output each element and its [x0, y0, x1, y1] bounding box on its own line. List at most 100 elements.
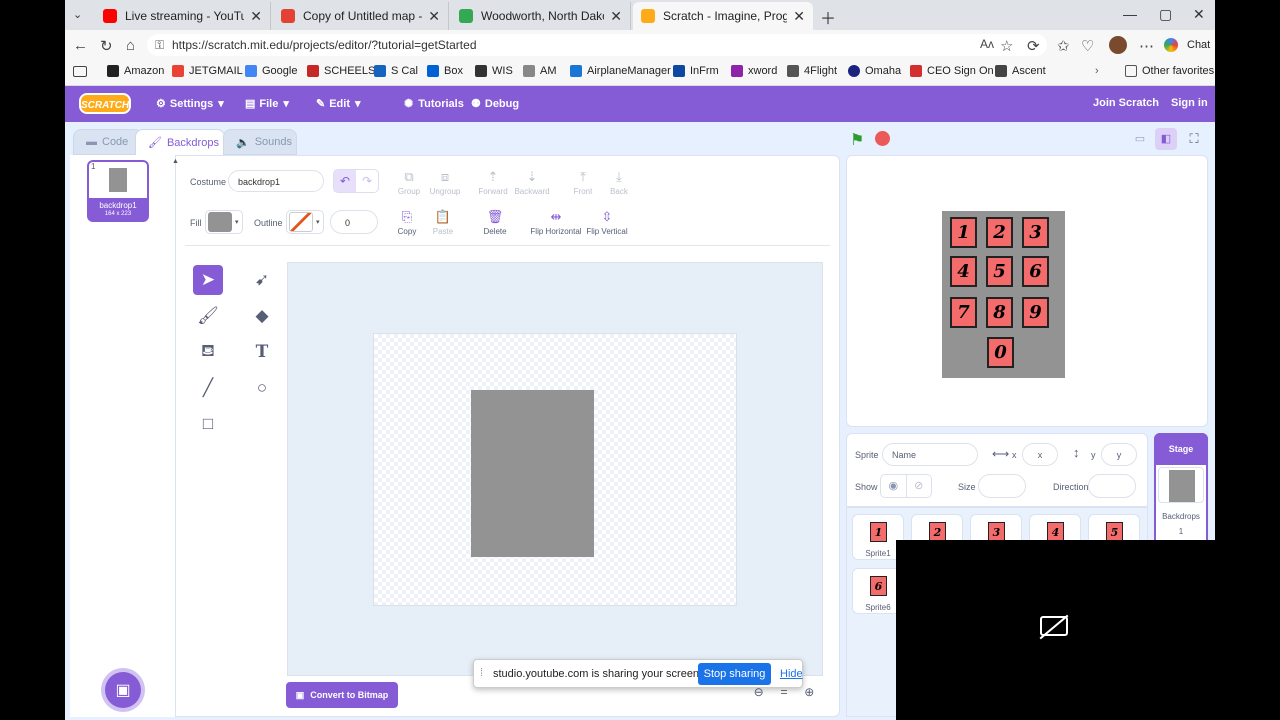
zoom-out-icon[interactable]: ⊖: [748, 685, 769, 705]
copilot-icon[interactable]: [1164, 38, 1178, 52]
delete-button[interactable]: 🗑 Delete: [481, 209, 509, 236]
stage-key-4[interactable]: 4: [950, 256, 977, 287]
stage-key-0[interactable]: 0: [987, 337, 1014, 368]
chat-button[interactable]: Chat: [1187, 39, 1210, 51]
close-window-button[interactable]: ✕: [1193, 6, 1205, 23]
collections-icon[interactable]: ♡: [1081, 37, 1094, 55]
close-tab-icon[interactable]: ✕: [250, 8, 262, 25]
read-aloud-icon[interactable]: Aʌ: [980, 37, 994, 51]
fill-tool[interactable]: ⛾: [193, 337, 223, 367]
fullscreen-icon[interactable]: ⛶: [1183, 128, 1205, 150]
home-icon[interactable]: ⌂: [126, 37, 135, 54]
bookmark-infrm[interactable]: InFrm: [673, 65, 719, 77]
redo-icon[interactable]: ↷: [356, 170, 378, 192]
bookmark-ceo[interactable]: CEO Sign On: [910, 65, 994, 77]
convert-to-bitmap-button[interactable]: ▣ Convert to Bitmap: [286, 682, 398, 708]
bookmark-box[interactable]: Box: [427, 65, 463, 77]
favorite-star-icon[interactable]: ☆: [1000, 37, 1013, 55]
eye-hidden-icon[interactable]: ⊘: [905, 475, 932, 497]
more-menu-icon[interactable]: ⋯: [1139, 37, 1154, 55]
brush-tool[interactable]: 🖌: [193, 301, 223, 331]
extensions-icon[interactable]: ⟳: [1027, 37, 1040, 55]
zoom-reset-icon[interactable]: =: [773, 685, 794, 705]
bookmark-wis[interactable]: WIS: [475, 65, 513, 77]
tab-code[interactable]: ▬ Code: [73, 129, 143, 155]
stage-key-1[interactable]: 1: [950, 217, 977, 248]
chevron-right-icon[interactable]: ›: [1095, 65, 1099, 77]
group-button[interactable]: ⧉ Group: [395, 169, 423, 196]
rectangle-tool[interactable]: □: [193, 409, 223, 439]
scratch-logo[interactable]: SCRATCH: [79, 93, 131, 114]
flip-horizontal-button[interactable]: ⇹ Flip Horizontal: [530, 209, 582, 236]
url-bar[interactable]: ⚿ https://scratch.mit.edu/projects/edito…: [147, 34, 1047, 56]
drag-handle-icon[interactable]: ⁞: [480, 667, 483, 679]
tab-actions-icon[interactable]: [73, 66, 87, 77]
outline-color-picker[interactable]: ▾: [286, 210, 324, 234]
bookmark-airplanemanager[interactable]: AirplaneManager: [570, 65, 671, 77]
back-button[interactable]: ⤓ Back: [607, 169, 631, 196]
select-tool[interactable]: ➤: [193, 265, 223, 295]
edit-menu[interactable]: ✎ Edit ▾: [316, 97, 361, 111]
join-scratch-link[interactable]: Join Scratch: [1093, 97, 1159, 109]
normal-stage-icon[interactable]: ◧: [1155, 128, 1177, 150]
y-input[interactable]: y: [1101, 443, 1137, 466]
stage-key-7[interactable]: 7: [950, 297, 977, 328]
choose-backdrop-button[interactable]: ▣: [105, 672, 141, 708]
close-tab-icon[interactable]: ✕: [610, 8, 622, 25]
backdrop-rectangle-shape[interactable]: [471, 390, 594, 557]
line-tool[interactable]: ╱: [193, 373, 223, 403]
refresh-icon[interactable]: ↻: [100, 37, 113, 55]
bookmark-scal[interactable]: S Cal: [374, 65, 418, 77]
backward-button[interactable]: ⇣ Backward: [513, 169, 551, 196]
reshape-tool[interactable]: ➹: [247, 265, 277, 295]
minimize-button[interactable]: —: [1123, 6, 1137, 22]
profile-avatar[interactable]: [1109, 36, 1127, 54]
back-icon[interactable]: ←: [73, 37, 88, 54]
bookmark-amazon[interactable]: Amazon: [107, 65, 164, 77]
circle-tool[interactable]: ○: [247, 373, 277, 403]
eraser-tool[interactable]: ◆: [247, 301, 277, 331]
tab-list-chevron-icon[interactable]: ⌄: [73, 8, 82, 21]
x-input[interactable]: x: [1022, 443, 1058, 466]
size-input[interactable]: [978, 474, 1026, 498]
stage-key-8[interactable]: 8: [986, 297, 1013, 328]
stop-sharing-button[interactable]: Stop sharing: [698, 663, 771, 685]
hide-link[interactable]: Hide: [780, 668, 803, 680]
paste-button[interactable]: 📋 Paste: [429, 209, 457, 236]
stop-icon[interactable]: [875, 131, 890, 146]
bookmark-xword[interactable]: xword: [731, 65, 777, 77]
bookmark-scheels[interactable]: SCHEELS: [307, 65, 375, 77]
tab-backdrops[interactable]: 🖌 Backdrops: [135, 129, 225, 155]
tab-sounds[interactable]: 🔈 Sounds: [223, 129, 297, 155]
eye-icon[interactable]: ◉: [881, 475, 906, 497]
direction-input[interactable]: [1088, 474, 1136, 498]
bookmark-google[interactable]: Google: [245, 65, 297, 77]
bookmark-4flight[interactable]: 4Flight: [787, 65, 837, 77]
bookmark-ascent[interactable]: Ascent: [995, 65, 1046, 77]
close-tab-icon[interactable]: ✕: [428, 8, 440, 25]
sprite-name-input[interactable]: Name: [882, 443, 978, 466]
new-tab-button[interactable]: ＋: [820, 5, 836, 29]
other-favorites[interactable]: Other favorites: [1125, 65, 1214, 77]
tab-woodworth[interactable]: Woodworth, North Dakota - Goog ✕: [451, 2, 631, 30]
front-button[interactable]: ⤒ Front: [570, 169, 596, 196]
maximize-button[interactable]: ▢: [1159, 6, 1172, 23]
stage-key-9[interactable]: 9: [1022, 297, 1049, 328]
undo-icon[interactable]: ↶: [334, 170, 356, 192]
green-flag-icon[interactable]: ⚑: [850, 130, 864, 150]
text-tool[interactable]: T: [247, 337, 277, 367]
tab-google-maps[interactable]: Copy of Untitled map - Google M ✕: [273, 2, 449, 30]
tab-youtube[interactable]: Live streaming - YouTube Stu ✕: [95, 2, 271, 30]
ungroup-button[interactable]: ⧈ Ungroup: [427, 169, 463, 196]
forward-button[interactable]: ⇡ Forward: [477, 169, 509, 196]
scroll-up-icon[interactable]: ▲: [172, 158, 179, 165]
bookmark-omaha[interactable]: Omaha: [848, 65, 901, 77]
flip-vertical-button[interactable]: ⇳ Flip Vertical: [586, 209, 628, 236]
file-menu[interactable]: ▤ File ▾: [245, 97, 289, 111]
outline-width-input[interactable]: 0: [330, 210, 378, 234]
stage-key-5[interactable]: 5: [986, 256, 1013, 287]
close-tab-icon[interactable]: ✕: [793, 8, 805, 25]
favorites-icon[interactable]: ✩: [1057, 37, 1070, 55]
sign-in-link[interactable]: Sign in: [1171, 97, 1208, 109]
tab-scratch[interactable]: Scratch - Imagine, Program, Share ✕: [633, 2, 813, 30]
